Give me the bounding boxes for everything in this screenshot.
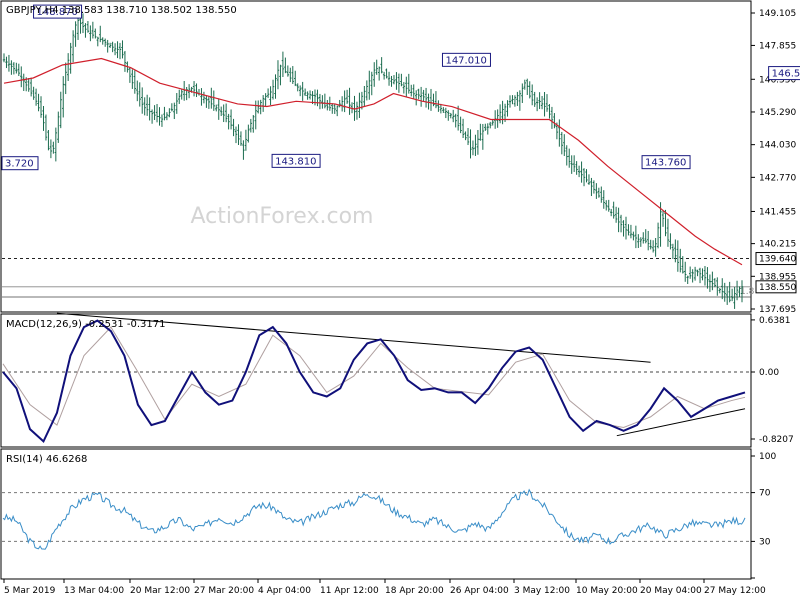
x-tick-label: 20 Mar 12:00 xyxy=(130,586,190,596)
price-tick-label: 142.770 xyxy=(759,173,796,183)
x-tick-label: 11 Apr 12:00 xyxy=(320,586,379,596)
price-tick-label: 140.215 xyxy=(759,240,796,250)
macd-axis: 0.6381 0.00 -0.8207 xyxy=(2,312,794,445)
x-tick-label: 5 Mar 2019 xyxy=(4,586,56,596)
macd-tick-label: 0.00 xyxy=(759,368,779,378)
macd-tick-label: -0.8207 xyxy=(759,435,794,445)
price-tick-label: 149.105 xyxy=(759,9,796,19)
x-axis: 5 Mar 2019 13 Mar 04:00 20 Mar 12:00 27 Mar… xyxy=(3,579,766,596)
swing-label: 143.810 xyxy=(275,156,316,167)
rsi-header: RSI(14) 46.6268 xyxy=(6,454,87,465)
rsi-line xyxy=(2,488,746,550)
rsi-axis: 100 70 30 xyxy=(2,452,776,579)
price-tick-label: 137.695 xyxy=(759,305,796,315)
rsi-tick-label: 70 xyxy=(759,489,771,499)
current-price-label: 138.550 xyxy=(759,283,796,293)
x-tick-label: 3 May 12:00 xyxy=(514,586,570,596)
price-tick-label: 145.290 xyxy=(759,108,796,118)
swing-label: 147.010 xyxy=(445,55,486,66)
swing-label: 146.500 xyxy=(772,69,800,80)
rsi-tick-label: 100 xyxy=(759,452,776,462)
macd-header: MACD(12,26,9) -0.2531 -0.3171 xyxy=(6,319,166,330)
x-tick-label: 18 Apr 20:00 xyxy=(385,586,444,596)
price-tick-label: 144.030 xyxy=(759,141,796,151)
chart-stage: ActionForex.com 149.105 147.855 146.550 145… xyxy=(0,0,800,600)
rsi-pane-frame xyxy=(0,448,752,580)
macd-lines xyxy=(2,319,746,444)
x-tick-label: 4 Apr 04:00 xyxy=(258,586,311,596)
x-tick-label: 27 May 12:00 xyxy=(704,586,766,596)
x-tick-label: 26 Apr 04:00 xyxy=(450,586,509,596)
price-axis: 149.105147.855146.550145.290144.030142.7… xyxy=(751,9,796,315)
x-tick-label: 10 May 20:00 xyxy=(576,586,638,596)
price-header: GBPJPY,H4 138.583 138.710 138.502 138.55… xyxy=(6,5,237,16)
price-levels: 139.640138.5501.8 xyxy=(2,252,797,298)
x-tick-label: 13 Mar 04:00 xyxy=(64,586,124,596)
watermark: ActionForex.com xyxy=(191,204,374,229)
candles xyxy=(2,13,744,309)
swing-label: 3.720 xyxy=(5,159,34,170)
rsi-line xyxy=(2,488,746,550)
price-tick-label: 141.455 xyxy=(759,207,796,217)
macd-tick-label: 0.6381 xyxy=(759,316,791,326)
price-tick-label: 147.855 xyxy=(759,41,796,51)
x-tick-label: 27 Mar 20:00 xyxy=(194,586,254,596)
swing-label: 143.760 xyxy=(645,158,686,169)
swing-labels: 148.8703.720143.810147.010143.760146.500 xyxy=(1,4,800,171)
level-label: 139.640 xyxy=(759,255,796,265)
chart-svg: ActionForex.com 149.105147.855146.550145… xyxy=(0,0,800,596)
x-tick-label: 20 May 04:00 xyxy=(640,586,702,596)
rsi-tick-label: 30 xyxy=(759,537,771,547)
